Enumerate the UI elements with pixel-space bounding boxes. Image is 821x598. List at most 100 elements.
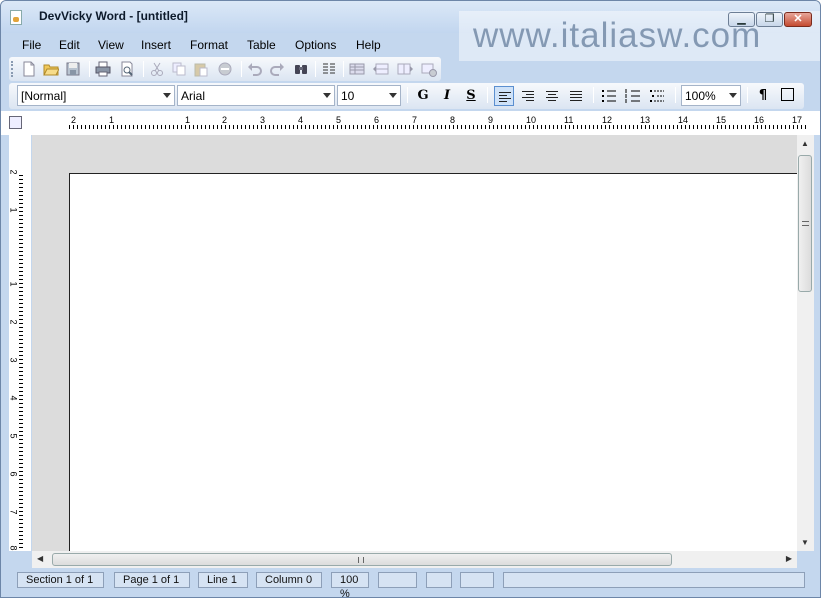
ruler-ticks <box>69 125 809 129</box>
tab-stop-button[interactable] <box>777 86 797 106</box>
toolbar-separator <box>675 87 676 103</box>
horizontal-scrollbar[interactable]: ◀ ▶ <box>32 551 797 568</box>
vertical-ruler-ticks <box>19 175 23 551</box>
chevron-down-icon <box>163 93 171 98</box>
toolbar-separator <box>89 61 90 77</box>
vertical-ruler-mark: 8 <box>8 545 19 551</box>
scroll-right-icon[interactable]: ▶ <box>786 554 792 563</box>
italic-button[interactable]: I <box>437 86 457 106</box>
tab-type-selector[interactable] <box>9 116 22 129</box>
status-panel <box>503 572 805 588</box>
menu-file[interactable]: File <box>22 38 41 52</box>
columns-icon[interactable] <box>321 61 337 77</box>
menu-table[interactable]: Table <box>247 38 276 52</box>
align-right-icon <box>522 91 534 103</box>
vertical-ruler-mark: 7 <box>8 509 19 515</box>
ruler-mark: 1 <box>109 115 115 125</box>
align-center-button[interactable] <box>542 86 562 106</box>
ruler-mark: 10 <box>526 115 537 125</box>
document-canvas <box>32 135 797 551</box>
ruler-mark: 5 <box>336 115 342 125</box>
ruler-mark: 2 <box>71 115 77 125</box>
vertical-scroll-thumb[interactable] <box>798 155 812 292</box>
zoom-value: 100% <box>685 89 716 103</box>
vertical-ruler[interactable]: 2 1 1 2 3 4 5 6 7 8 <box>9 135 31 551</box>
ruler-mark: 14 <box>678 115 689 125</box>
status-line: Line 1 <box>198 572 248 588</box>
insert-column-icon[interactable] <box>397 61 413 77</box>
delete-icon[interactable] <box>217 61 233 77</box>
bullet-list-icon[interactable] <box>601 88 617 104</box>
multilevel-list-icon[interactable] <box>649 88 665 104</box>
delete-table-icon[interactable] <box>421 61 437 77</box>
cut-icon[interactable] <box>149 61 165 77</box>
menu-options[interactable]: Options <box>295 38 336 52</box>
scroll-down-icon[interactable]: ▼ <box>801 538 809 547</box>
zoom-dropdown[interactable]: 100% <box>681 85 741 106</box>
minimize-button[interactable]: ▁ <box>728 12 755 27</box>
strikethrough-button[interactable]: S <box>461 86 481 106</box>
vertical-ruler-mark: 6 <box>8 471 19 477</box>
menu-edit[interactable]: Edit <box>59 38 80 52</box>
align-left-button[interactable] <box>494 86 514 106</box>
redo-icon[interactable] <box>269 61 285 77</box>
status-panel <box>460 572 494 588</box>
close-button[interactable]: ✕ <box>784 12 812 27</box>
status-column: Column 0 <box>256 572 322 588</box>
find-binoculars-icon[interactable] <box>293 61 309 77</box>
bold-button[interactable]: G <box>413 86 433 106</box>
align-right-button[interactable] <box>518 86 538 106</box>
ruler-mark: 2 <box>222 115 228 125</box>
menu-insert[interactable]: Insert <box>141 38 171 52</box>
new-document-icon[interactable] <box>21 61 37 77</box>
font-size-dropdown[interactable]: 10 <box>337 85 401 106</box>
menu-format[interactable]: Format <box>190 38 228 52</box>
ruler-mark: 3 <box>260 115 266 125</box>
numbered-list-icon[interactable] <box>625 88 641 104</box>
chevron-down-icon <box>323 93 331 98</box>
horizontal-ruler-bar: 2 1 1 2 3 4 5 6 7 8 9 10 11 12 13 14 15 16 17 <box>1 111 820 135</box>
restore-button[interactable]: ❐ <box>756 12 783 27</box>
print-preview-icon[interactable] <box>119 61 135 77</box>
vertical-ruler-mark: 2 <box>8 319 19 325</box>
status-panel <box>426 572 452 588</box>
status-panel <box>378 572 417 588</box>
menu-help[interactable]: Help <box>356 38 381 52</box>
align-center-icon <box>546 91 558 103</box>
ruler-mark: 4 <box>298 115 304 125</box>
horizontal-scroll-thumb[interactable] <box>52 553 672 566</box>
open-folder-icon[interactable] <box>43 61 59 77</box>
toolbar-separator <box>487 87 488 103</box>
toolbar-separator <box>343 61 344 77</box>
ruler-mark: 11 <box>564 115 574 125</box>
horizontal-ruler[interactable]: 2 1 1 2 3 4 5 6 7 8 9 10 11 12 13 14 15 16 17 <box>69 115 809 131</box>
vertical-ruler-mark: 1 <box>8 207 19 213</box>
toolbar-grip[interactable] <box>11 61 14 77</box>
vertical-scrollbar[interactable]: ▲ ▼ <box>797 135 814 551</box>
scroll-left-icon[interactable]: ◀ <box>37 554 43 563</box>
ruler-mark: 8 <box>450 115 456 125</box>
style-dropdown[interactable]: [Normal] <box>17 85 175 106</box>
scroll-up-icon[interactable]: ▲ <box>801 139 809 148</box>
chevron-down-icon <box>389 93 397 98</box>
insert-row-icon[interactable] <box>373 61 389 77</box>
grip-icon <box>358 557 364 563</box>
save-icon[interactable] <box>65 61 81 77</box>
justify-button[interactable] <box>566 86 586 106</box>
toolbar-separator <box>747 87 748 103</box>
show-paragraph-marks-button[interactable]: ¶ <box>753 86 773 106</box>
status-section: Section 1 of 1 <box>17 572 104 588</box>
insert-table-icon[interactable] <box>349 61 365 77</box>
undo-icon[interactable] <box>247 61 263 77</box>
vertical-ruler-mark: 4 <box>8 395 19 401</box>
document-page[interactable] <box>69 173 797 551</box>
font-dropdown[interactable]: Arial <box>177 85 335 106</box>
status-bar: Section 1 of 1 Page 1 of 1 Line 1 Column… <box>1 569 820 597</box>
print-icon[interactable] <box>95 61 111 77</box>
formatting-toolbar: [Normal] Arial 10 G I S 100% ¶ <box>9 83 804 109</box>
paste-icon[interactable] <box>193 61 209 77</box>
copy-icon[interactable] <box>171 61 187 77</box>
grip-icon <box>802 221 809 226</box>
title-bar: DevVicky Word - [untitled] www.italiasw.… <box>1 1 820 61</box>
menu-view[interactable]: View <box>98 38 124 52</box>
